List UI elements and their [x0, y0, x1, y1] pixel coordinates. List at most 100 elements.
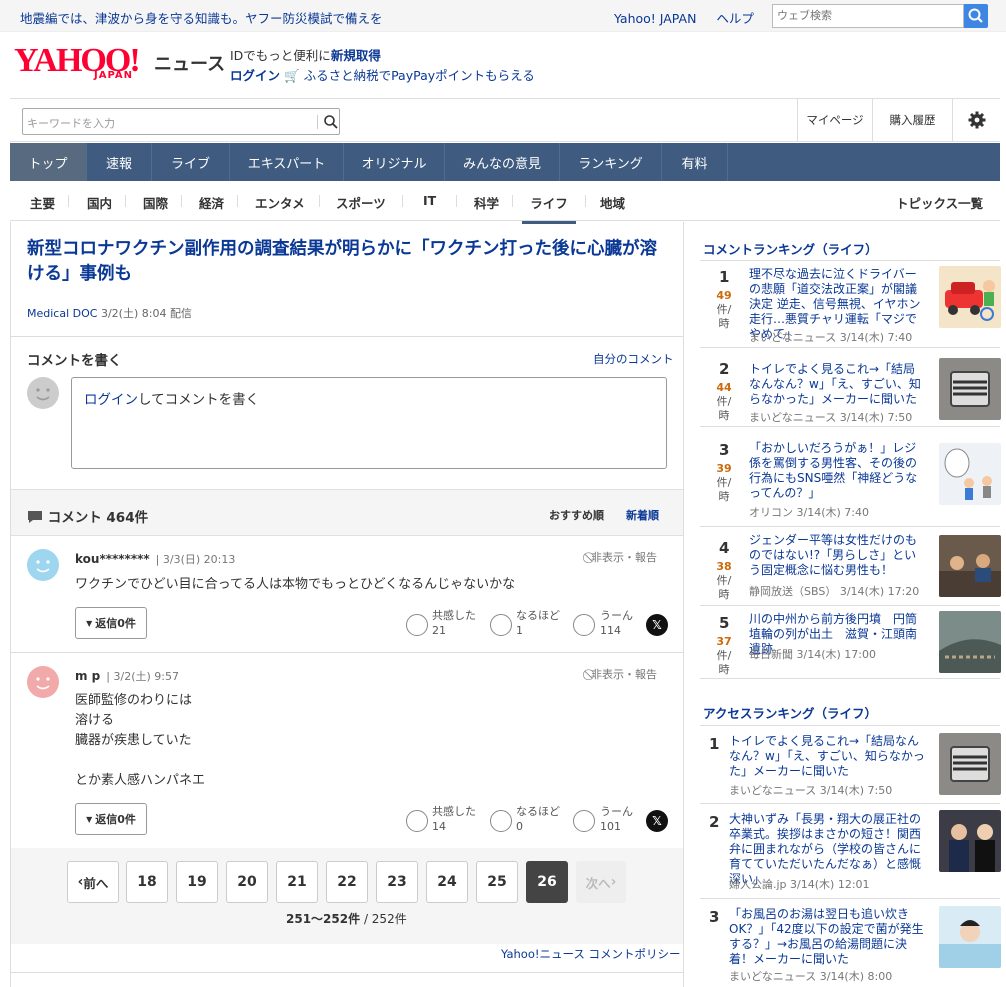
hmm-reaction[interactable]: うーん 114 [600, 608, 633, 638]
access-ranking-item[interactable]: 1 トイレでよく見るこれ→「結局なんなん？w」「え、すごい、知らなかった」メーカ… [700, 726, 1001, 804]
empathy-icon[interactable] [406, 810, 428, 832]
page-link[interactable]: 23 [376, 861, 418, 903]
ranking-item[interactable]: 2 44 件/時 トイレでよく見るこれ→「結局なんなん？w」「え、すごい、知らなか… [700, 348, 1001, 427]
nav-top[interactable]: トップ [10, 143, 87, 181]
article-title[interactable]: 新型コロナワクチン副作用の調査結果が明らかに「ワクチン打った後に心臓が溶ける」事… [27, 237, 672, 287]
topics-list-link[interactable]: トピックス一覧 [896, 193, 983, 212]
thumbnail[interactable] [939, 733, 1001, 795]
comment-date: 3/2(土) 9:57 [113, 670, 179, 683]
nav-expert[interactable]: エキスパート [230, 143, 344, 181]
my-comments-link[interactable]: 自分のコメント [593, 351, 674, 367]
help-link[interactable]: ヘルプ [716, 11, 754, 26]
empathy-reaction[interactable]: 共感した 14 [432, 804, 476, 834]
nav-opinions[interactable]: みんなの意見 [445, 143, 560, 181]
comment-user[interactable]: kou******** | 3/3(日) 20:13 [75, 551, 235, 567]
yahoo-logo[interactable]: YAHOO! JAPAN [14, 44, 150, 84]
page-link[interactable]: 25 [476, 861, 518, 903]
comment-user[interactable]: m p | 3/2(土) 9:57 [75, 668, 179, 684]
subnav-entertainment[interactable]: エンタメ [255, 193, 305, 212]
thumbnail[interactable] [939, 266, 1001, 328]
x-share-icon[interactable]: 𝕏 [646, 614, 668, 636]
ranking-item[interactable]: 1 49 件/時 理不尽な過去に泣くドライバーの悲願「道交法改正案」が閣議決定 逆… [700, 261, 1001, 348]
search-icon[interactable] [323, 114, 339, 130]
prev-page-button[interactable]: ‹ 前へ [67, 861, 119, 903]
subnav-economy[interactable]: 経済 [199, 193, 224, 212]
access-ranking-item[interactable]: 2 大神いずみ「長男・翔大の展正社の卒業式。挨拶はまさかの短さ！関西弁に囲まれな… [700, 804, 1001, 899]
ranking-title[interactable]: 「お風呂のお湯は翌日も追い炊きOK？」「42度以下の設定で菌が発生する？」→お風… [729, 907, 925, 967]
thumbnail[interactable] [939, 358, 1001, 420]
subnav-international[interactable]: 国際 [143, 193, 168, 212]
subnav-science[interactable]: 科学 [474, 193, 499, 212]
range-value: 251〜252件 [286, 912, 361, 926]
ranking-item[interactable]: 5 37 件/時 川の中州から前方後円墳 円筒埴輪の列が出土 滋賀・江頭南遺跡 毎… [700, 606, 1001, 679]
agree-reaction[interactable]: なるほど 0 [516, 804, 560, 834]
page-link[interactable]: 20 [226, 861, 268, 903]
purchase-history-button[interactable]: 購入履歴 [872, 99, 952, 141]
settings-button[interactable] [952, 99, 1000, 141]
article-source[interactable]: Medical DOC [27, 307, 97, 320]
subnav-sports[interactable]: スポーツ [336, 193, 386, 212]
page-link[interactable]: 22 [326, 861, 368, 903]
subnav-region[interactable]: 地域 [600, 193, 625, 212]
subnav-divider [585, 195, 586, 207]
subnav-it[interactable]: IT [423, 193, 436, 208]
nav-ranking[interactable]: ランキング [560, 143, 662, 181]
page-link[interactable]: 18 [126, 861, 168, 903]
empathy-icon[interactable] [406, 614, 428, 636]
nav-live[interactable]: ライブ [152, 143, 230, 181]
web-search-input[interactable] [772, 4, 964, 28]
comment-item: m p| 3/2(土) 9:57 ⃠非表示・報告 医師監修のわりには 溶ける 臓… [11, 653, 683, 849]
comment-login-link[interactable]: ログイン [84, 392, 138, 408]
nav-breaking[interactable]: 速報 [87, 143, 152, 181]
web-search-button[interactable] [964, 4, 988, 28]
ranking-item[interactable]: 3 39 件/時 「おかしいだろうがぁ！」レジ係を罵倒する男性客、その後の行為にも… [700, 427, 1001, 527]
reply-button[interactable]: ▼ 返信0件 [75, 803, 147, 835]
access-ranking-item[interactable]: 3 「お風呂のお湯は翌日も追い炊きOK？」「42度以下の設定で菌が発生する？」→… [700, 899, 1001, 987]
x-share-icon[interactable]: 𝕏 [646, 810, 668, 832]
ranking-title[interactable]: ジェンダー平等は女性だけのものではない!?「男らしさ」という固定概念に悩む男性も… [749, 533, 925, 578]
hmm-reaction[interactable]: うーん 101 [600, 804, 633, 834]
mypage-button[interactable]: マイページ [797, 99, 872, 141]
signup-link[interactable]: 新規取得 [331, 48, 381, 63]
thumbnail[interactable] [939, 535, 1001, 597]
disaster-banner-link[interactable]: 地震編では、津波から身を守る知識も。ヤフー防災模試で備えを [20, 8, 383, 27]
thumbnail[interactable] [939, 906, 1001, 968]
comment-input-box[interactable]: ログインしてコメントを書く [71, 377, 667, 469]
nav-paid[interactable]: 有料 [662, 143, 728, 181]
agree-icon[interactable] [490, 614, 512, 636]
hmm-icon[interactable] [573, 810, 595, 832]
login-link[interactable]: ログイン [230, 68, 280, 83]
news-section-title[interactable]: ニュース [154, 50, 225, 76]
yahoo-japan-link[interactable]: Yahoo! JAPAN [614, 11, 696, 26]
subnav-life[interactable]: ライフ [522, 193, 576, 224]
rank-count-value: 37 [716, 635, 732, 648]
result-range: 251〜252件 / 252件 [286, 910, 407, 927]
hide-report-link[interactable]: ⃠非表示・報告 [591, 549, 657, 565]
furusato-promo-link[interactable]: ふるさと納税でPayPayポイントもらえる [304, 68, 535, 83]
agree-reaction[interactable]: なるほど 1 [516, 608, 560, 638]
sort-recommended[interactable]: おすすめ順 [549, 509, 604, 522]
sort-newest[interactable]: 新着順 [626, 509, 659, 522]
page-link[interactable]: 24 [426, 861, 468, 903]
thumbnail[interactable] [939, 810, 1001, 872]
agree-icon[interactable] [490, 810, 512, 832]
hide-report-link[interactable]: ⃠非表示・報告 [591, 666, 657, 682]
thumbnail[interactable] [939, 611, 1001, 673]
nav-original[interactable]: オリジナル [344, 143, 445, 181]
hmm-icon[interactable] [573, 614, 595, 636]
keyword-input[interactable]: キーワードを入力 [22, 108, 340, 135]
ranking-title[interactable]: 「おかしいだろうがぁ！」レジ係を罵倒する男性客、その後の行為にもSNS唖然「神経… [749, 441, 925, 501]
subnav-main[interactable]: 主要 [30, 193, 55, 212]
comment-ranking-title[interactable]: コメントランキング（ライフ） [703, 239, 878, 258]
ranking-item[interactable]: 4 38 件/時 ジェンダー平等は女性だけのものではない!?「男らしさ」という固定… [700, 527, 1001, 606]
access-ranking-title[interactable]: アクセスランキング（ライフ） [703, 703, 877, 722]
ranking-title[interactable]: トイレでよく見るこれ→「結局なんなん？w」「え、すごい、知らなかった」メーカーに… [729, 734, 925, 779]
comment-policy-link[interactable]: Yahoo!ニュース コメントポリシー [501, 946, 681, 962]
reply-button[interactable]: ▼ 返信0件 [75, 607, 147, 639]
page-link[interactable]: 21 [276, 861, 318, 903]
subnav-domestic[interactable]: 国内 [87, 193, 112, 212]
page-link[interactable]: 19 [176, 861, 218, 903]
thumbnail[interactable] [939, 443, 1001, 505]
ranking-title[interactable]: トイレでよく見るこれ→「結局なんなん？w」「え、すごい、知らなかった」メーカーに… [749, 362, 925, 407]
empathy-reaction[interactable]: 共感した 21 [432, 608, 476, 638]
